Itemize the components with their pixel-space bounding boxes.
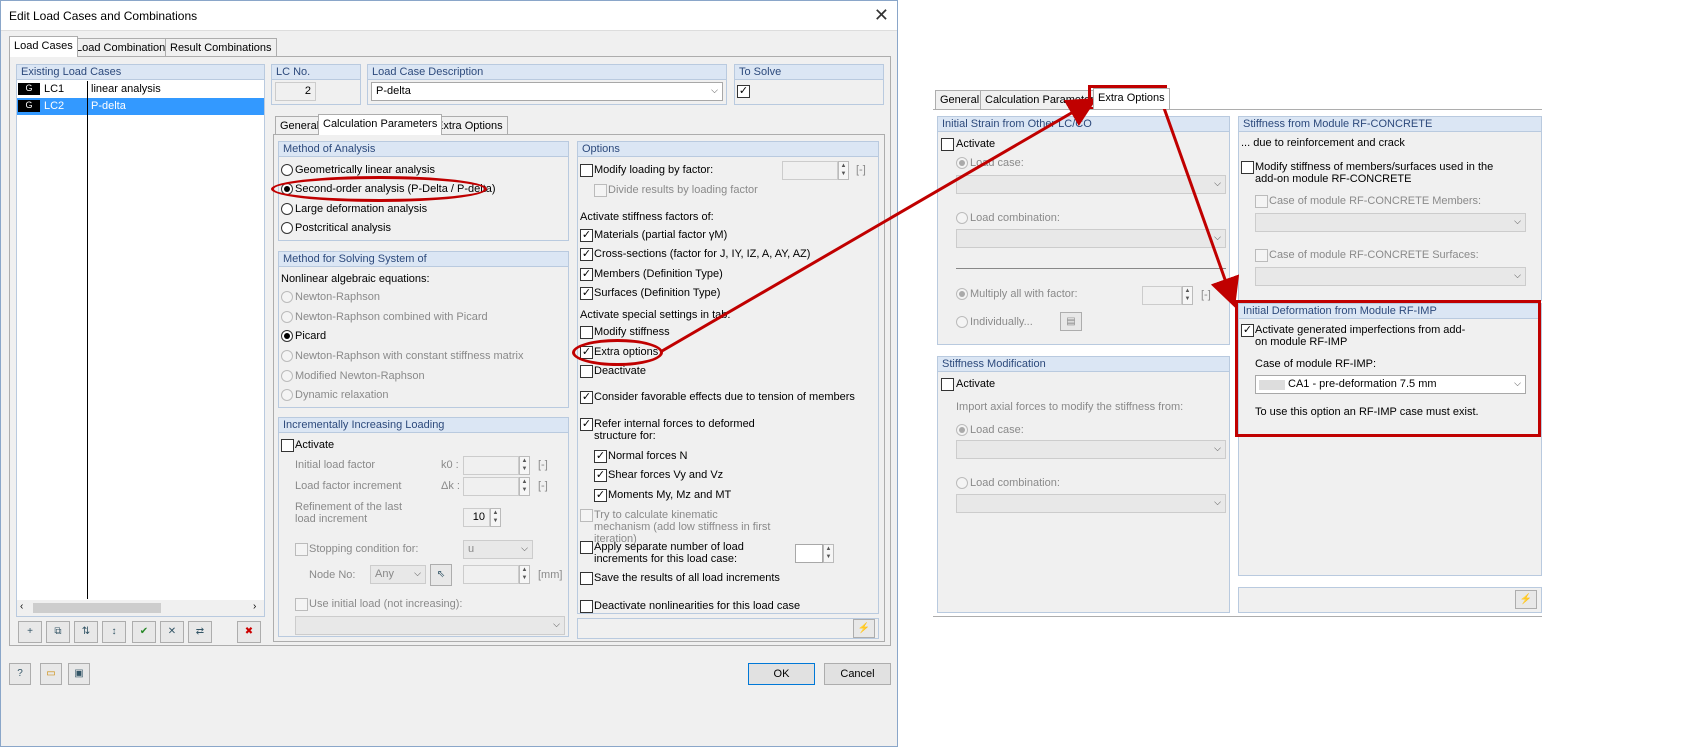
right-tab-extra-options[interactable]: Extra Options xyxy=(1093,88,1170,109)
annotation-arrows xyxy=(661,97,1240,353)
tab-load-cases[interactable]: Load Cases xyxy=(9,36,78,57)
tab-calculation-parameters[interactable]: Calculation Parameters xyxy=(318,114,443,135)
arrow-to-extra-tab xyxy=(661,97,1098,353)
arrow-to-rfimp xyxy=(1162,107,1240,308)
